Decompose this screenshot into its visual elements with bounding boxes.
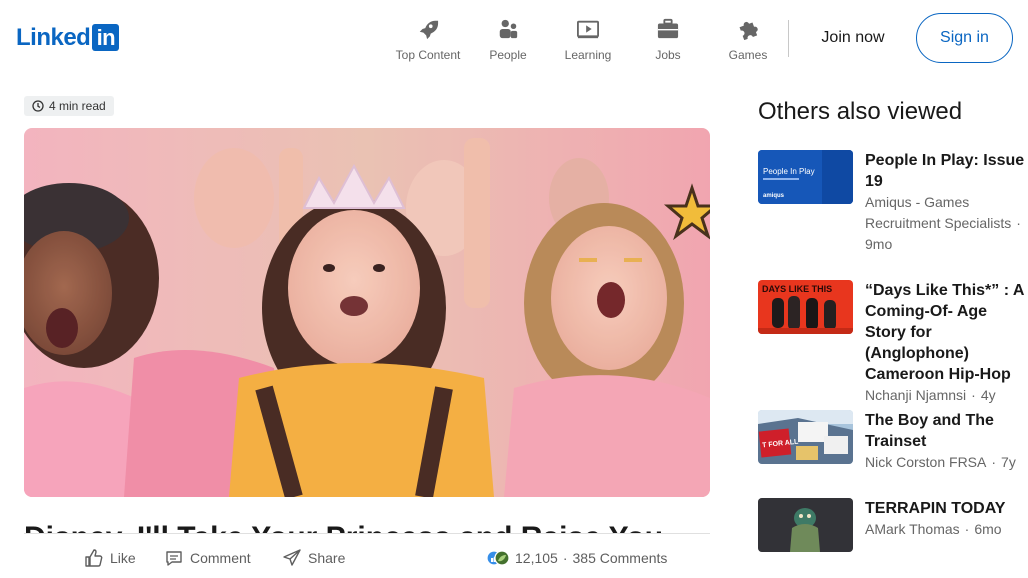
- thumb-brand: amiqus: [763, 193, 785, 199]
- clock-icon: [32, 100, 44, 112]
- card-author[interactable]: Nchanji Njamnsi: [865, 387, 966, 403]
- people-icon: [496, 18, 520, 40]
- share-label: Share: [308, 550, 346, 566]
- card-title[interactable]: “Days Like This*” : A Coming-Of- Age Sto…: [865, 280, 1028, 385]
- read-time-badge: 4 min read: [24, 96, 114, 116]
- article-thumbnail[interactable]: DAYS LIKE THIS: [758, 280, 853, 334]
- article-thumbnail[interactable]: T FOR ALL: [758, 410, 853, 464]
- nav-divider: [788, 20, 789, 57]
- learning-icon: [576, 18, 600, 40]
- others-also-viewed-heading: Others also viewed: [758, 98, 963, 125]
- comment-icon: [164, 548, 184, 568]
- nav-label: Games: [728, 48, 768, 62]
- nav-label: People: [489, 48, 527, 62]
- card-age: 4y: [980, 387, 996, 403]
- card-author-row: Nchanji Njamnsi · 4y: [865, 385, 1028, 406]
- nav-label: Learning: [564, 48, 612, 62]
- social-action-bar: Like Comment Share 12,105 · 385 Comments: [24, 538, 710, 578]
- separator-dot: ·: [964, 521, 970, 537]
- thumbs-up-icon: [84, 548, 104, 568]
- rocket-icon: [416, 18, 440, 40]
- nav-item-jobs[interactable]: Jobs: [628, 14, 708, 62]
- card-author-cont: Recruitment Specialists ·: [865, 213, 1028, 234]
- like-button[interactable]: Like: [84, 546, 136, 570]
- read-time-text: 4 min read: [49, 99, 106, 113]
- separator-dot: ·: [971, 387, 976, 403]
- card-author-line2[interactable]: Recruitment Specialists: [865, 215, 1011, 231]
- card-age: 6mo: [974, 521, 1002, 537]
- reaction-count: 12,105: [515, 550, 558, 566]
- separator-dot: ·: [1016, 215, 1021, 231]
- logo-wordmark: Linked: [16, 23, 91, 51]
- comments-count[interactable]: 385 Comments: [573, 550, 668, 566]
- article-thumbnail[interactable]: People In Play amiqus: [758, 150, 853, 204]
- puzzle-icon: [736, 18, 760, 40]
- linkedin-logo[interactable]: Linked in: [16, 23, 120, 51]
- nav-label: Jobs: [655, 48, 681, 62]
- logo-in-box: in: [92, 24, 120, 51]
- card-author[interactable]: AMark Thomas: [865, 521, 960, 537]
- nav-item-games[interactable]: Games: [708, 14, 788, 62]
- card-author-row: Nick Corston FRSA · 7y: [865, 452, 1028, 473]
- nav-item-learning[interactable]: Learning: [548, 14, 628, 62]
- sign-in-button[interactable]: Sign in: [916, 13, 1013, 63]
- thumb-title: People In Play: [763, 167, 815, 176]
- like-label: Like: [110, 550, 136, 566]
- card-text: The Boy and The Trainset Nick Corston FR…: [865, 410, 1028, 473]
- separator-dot: ·: [991, 454, 997, 470]
- reactions-summary[interactable]: 12,105 · 385 Comments: [486, 546, 667, 570]
- card-age: 9mo: [865, 236, 893, 252]
- primary-nav: Top Content People Learning Jobs Games: [388, 14, 788, 62]
- article-hero-image[interactable]: [24, 128, 710, 497]
- card-text: TERRAPIN TODAY AMark Thomas · 6mo: [865, 498, 1028, 540]
- card-text: People In Play: Issue 19 Amiqus - Games …: [865, 150, 1028, 255]
- card-title[interactable]: The Boy and The Trainset: [865, 410, 1028, 452]
- card-title[interactable]: TERRAPIN TODAY: [865, 498, 1028, 519]
- share-button[interactable]: Share: [282, 546, 345, 570]
- nav-item-people[interactable]: People: [468, 14, 548, 62]
- comment-button[interactable]: Comment: [164, 546, 251, 570]
- card-author-row: AMark Thomas · 6mo: [865, 519, 1028, 540]
- nav-item-top-content[interactable]: Top Content: [388, 14, 468, 62]
- reaction-icons: [486, 550, 510, 566]
- separator-dot: ·: [562, 550, 568, 566]
- briefcase-icon: [656, 18, 680, 40]
- top-nav-bar: Linked in Top Content People Learning Job…: [0, 0, 1028, 76]
- card-author[interactable]: Nick Corston FRSA: [865, 454, 986, 470]
- send-icon: [282, 548, 302, 568]
- comment-label: Comment: [190, 550, 251, 566]
- join-now-button[interactable]: Join now: [806, 16, 900, 60]
- card-author[interactable]: Amiqus - Games: [865, 192, 1028, 213]
- thumb-title: DAYS LIKE THIS: [762, 284, 832, 294]
- card-text: “Days Like This*” : A Coming-Of- Age Sto…: [865, 280, 1028, 406]
- nav-label: Top Content: [395, 48, 461, 62]
- card-title[interactable]: People In Play: Issue 19: [865, 150, 1028, 192]
- card-age: 7y: [1001, 454, 1016, 470]
- article-thumbnail[interactable]: [758, 498, 853, 552]
